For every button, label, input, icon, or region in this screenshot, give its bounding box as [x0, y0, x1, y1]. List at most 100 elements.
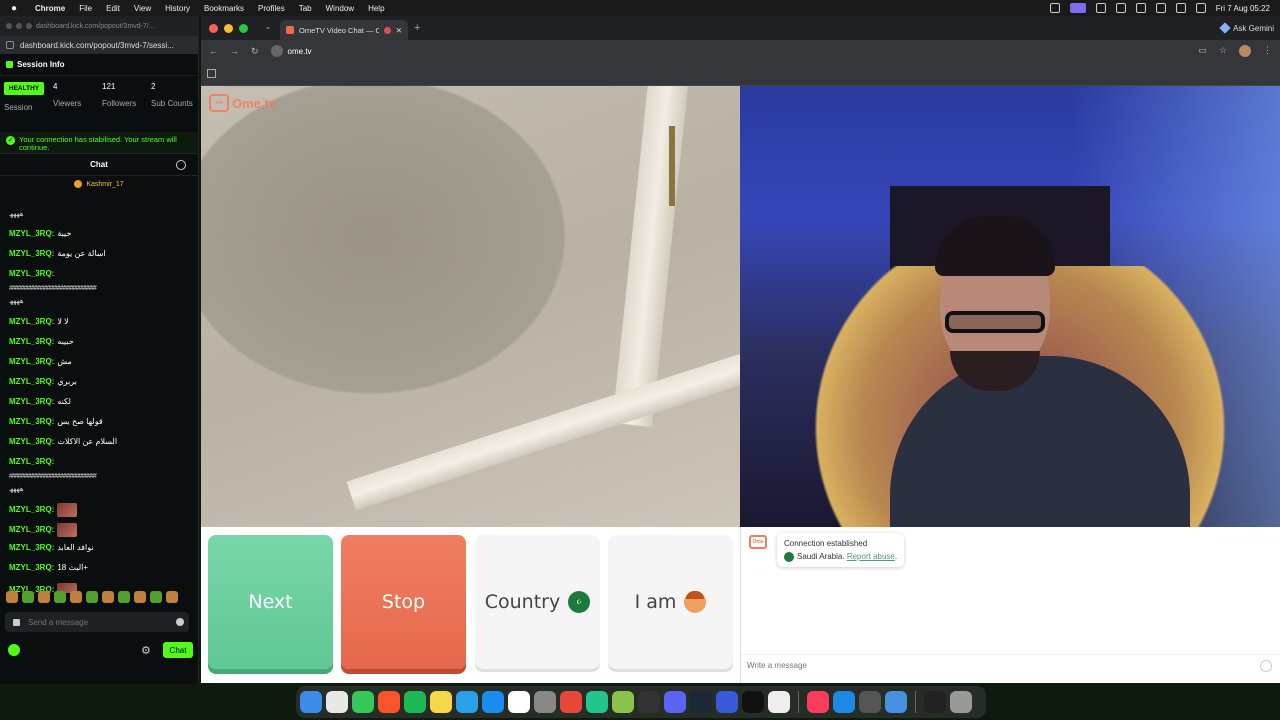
chat-username[interactable]: MZYL_3RQ:	[9, 437, 54, 446]
finder-icon[interactable]	[300, 691, 322, 713]
new-tab-icon[interactable]: +	[414, 22, 420, 34]
app-icon[interactable]	[716, 691, 738, 713]
chat-username[interactable]: MZYL_3RQ:	[9, 525, 54, 534]
bookmark-star-icon[interactable]: ☆	[1219, 45, 1227, 57]
tab-ometv[interactable]: OmeTV Video Chat — Ome... ✕	[280, 20, 408, 40]
emote-icon[interactable]	[86, 591, 98, 603]
freeform-icon[interactable]	[456, 691, 478, 713]
safari-icon[interactable]	[885, 691, 907, 713]
spotify-icon[interactable]	[404, 691, 426, 713]
stop-button[interactable]: Stop	[341, 535, 466, 669]
chat-username[interactable]: MZYL_3RQ:	[9, 269, 54, 278]
more-menu-icon[interactable]: ⋮	[1263, 45, 1272, 57]
chat-messages[interactable]: ھھھھ MZYL_3RQ: خيبة MZYL_3RQ: اسالة عن يوم…	[0, 193, 199, 593]
emote-icon[interactable]	[22, 591, 34, 603]
menu-bookmarks[interactable]: Bookmarks	[197, 4, 251, 13]
minimize-button[interactable]	[224, 23, 233, 33]
recording-icon[interactable]	[1069, 3, 1086, 13]
app-icon[interactable]	[612, 691, 634, 713]
system-settings-icon[interactable]	[534, 691, 556, 713]
kick-address-bar[interactable]: dashboard.kick.com/popout/3mvd-7/sessi..…	[0, 36, 198, 54]
control-center-icon[interactable]	[1195, 3, 1206, 13]
emote-icon[interactable]	[54, 591, 66, 603]
reload-icon[interactable]: ↻	[251, 46, 259, 57]
menu-edit[interactable]: Edit	[99, 4, 127, 13]
emote-icon[interactable]	[166, 591, 178, 603]
emote-icon[interactable]	[134, 591, 146, 603]
kick-logo-icon[interactable]	[8, 644, 20, 656]
gear-icon[interactable]: ⚙	[141, 644, 151, 657]
chat-username[interactable]: MZYL_3RQ:	[9, 563, 54, 572]
menu-tab[interactable]: Tab	[292, 4, 319, 13]
url-field[interactable]: ome.tv	[270, 45, 312, 57]
pinned-user[interactable]: Kashmir_17	[0, 176, 198, 192]
discord-icon[interactable]	[664, 691, 686, 713]
search-icon[interactable]	[1175, 3, 1186, 13]
chat-username[interactable]: MZYL_3RQ:	[9, 397, 54, 406]
menubar-clock[interactable]: Fri 7 Aug 05:22	[1216, 4, 1270, 13]
status-icon[interactable]	[1095, 3, 1106, 13]
capcut-icon[interactable]	[768, 691, 790, 713]
window-thumbnail[interactable]	[924, 691, 946, 713]
site-info-icon[interactable]	[6, 41, 14, 49]
messages-icon[interactable]	[352, 691, 374, 713]
emoji-icon[interactable]	[176, 618, 184, 626]
accessibility-icon[interactable]	[1135, 3, 1146, 13]
chat-username[interactable]: MZYL_3RQ:	[9, 249, 54, 258]
zoom-dot[interactable]	[26, 23, 32, 29]
chat-username[interactable]: MZYL_3RQ:	[9, 377, 54, 386]
trash-icon[interactable]	[950, 691, 972, 713]
emoji-icon[interactable]	[1260, 659, 1272, 672]
music-icon[interactable]	[807, 691, 829, 713]
chat-send-button[interactable]: Chat	[163, 642, 193, 658]
chat-username[interactable]: MZYL_3RQ:	[9, 417, 54, 426]
minimize-dot[interactable]	[16, 23, 22, 29]
app-icon[interactable]	[586, 691, 608, 713]
next-button[interactable]: Next	[208, 535, 333, 669]
notion-icon[interactable]	[508, 691, 530, 713]
tiktok-icon[interactable]	[742, 691, 764, 713]
cast-icon[interactable]: ▭	[1198, 45, 1207, 57]
emote-icon[interactable]	[150, 591, 162, 603]
app-icon[interactable]	[833, 691, 855, 713]
profile-avatar[interactable]	[1239, 45, 1251, 57]
tab-close-icon[interactable]: ✕	[396, 26, 402, 35]
chat-username[interactable]: MZYL_3RQ:	[9, 229, 54, 238]
report-abuse-link[interactable]: Report abuse	[847, 552, 895, 561]
menu-profiles[interactable]: Profiles	[251, 4, 292, 13]
apple-menu-icon[interactable]: ●	[0, 3, 28, 14]
back-icon[interactable]: ←	[209, 46, 218, 56]
users-icon[interactable]	[176, 160, 186, 170]
chat-username[interactable]: MZYL_3RQ:	[9, 337, 54, 346]
ask-gemini-button[interactable]: Ask Gemini	[1219, 22, 1274, 34]
davinci-icon[interactable]	[859, 691, 881, 713]
chat-username[interactable]: MZYL_3RQ:	[9, 457, 54, 466]
apps-grid-icon[interactable]	[207, 69, 216, 78]
emote-icon[interactable]	[102, 591, 114, 603]
write-message-input[interactable]	[747, 661, 1247, 670]
app-store-icon[interactable]	[482, 691, 504, 713]
send-message-box[interactable]	[5, 612, 189, 632]
steam-icon[interactable]	[690, 691, 712, 713]
menu-view[interactable]: View	[127, 4, 158, 13]
send-message-input[interactable]	[28, 617, 168, 627]
menu-help[interactable]: Help	[361, 4, 391, 13]
emote-icon[interactable]	[70, 591, 82, 603]
chat-username[interactable]: MZYL_3RQ:	[9, 357, 54, 366]
country-button[interactable]: Country ☪	[475, 535, 600, 669]
emote-icon[interactable]	[118, 591, 130, 603]
close-button[interactable]	[209, 23, 218, 33]
menu-file[interactable]: File	[72, 4, 99, 13]
zoom-button[interactable]	[239, 23, 248, 33]
brave-icon[interactable]	[378, 691, 400, 713]
menu-app-name[interactable]: Chrome	[28, 4, 72, 13]
emote-icon[interactable]	[38, 591, 50, 603]
menu-history[interactable]: History	[158, 4, 197, 13]
chat-username[interactable]: MZYL_3RQ:	[9, 317, 54, 326]
chat-username[interactable]: MZYL_3RQ:	[9, 505, 54, 514]
close-dot[interactable]	[6, 23, 12, 29]
launchpad-icon[interactable]	[326, 691, 348, 713]
chatgpt-icon[interactable]	[638, 691, 660, 713]
i-am-button[interactable]: I am	[608, 535, 733, 669]
status-icon[interactable]	[1115, 3, 1126, 13]
